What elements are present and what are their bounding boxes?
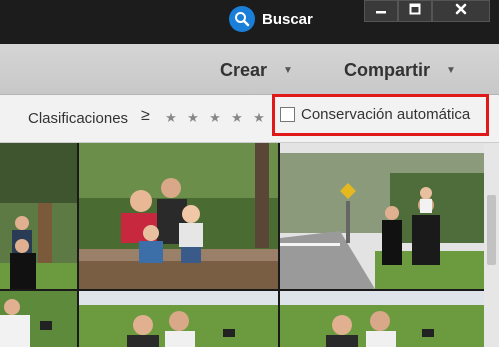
ratings-label: Clasificaciones [28,110,129,127]
share-menu[interactable]: Compartir ▼ [344,60,456,81]
minimize-button[interactable] [364,0,398,22]
star-icon[interactable]: ★ [204,110,226,126]
maximize-button[interactable] [398,0,432,22]
photo-thumbnail[interactable] [280,143,484,289]
title-bar: Buscar [0,0,499,44]
minimize-icon [375,2,387,20]
photo-thumbnail[interactable] [0,291,77,347]
star-icon[interactable]: ★ [248,110,270,126]
photo-image [280,291,484,347]
create-label: Crear [220,60,268,80]
share-label: Compartir [344,60,431,80]
photo-image [79,291,278,347]
search-label: Buscar [262,10,313,28]
star-icon[interactable]: ★ [226,110,248,126]
star-icon[interactable]: ★ [182,110,204,126]
photo-thumbnail[interactable] [79,291,278,347]
rating-stars: ★ ★ ★ ★ ★ [160,110,270,126]
autosave-checkbox[interactable] [280,107,295,122]
create-menu[interactable]: Crear ▼ [220,60,293,81]
scrollbar-thumb[interactable] [487,195,496,265]
photo-thumbnail[interactable] [79,143,278,289]
photo-image [79,143,278,289]
search-icon [229,6,255,32]
autosave-toggle[interactable]: Conservación automática [280,106,470,123]
action-toolbar: Crear ▼ Compartir ▼ [0,44,499,95]
chevron-down-icon: ▼ [283,65,293,76]
close-button[interactable] [432,0,490,22]
star-icon[interactable]: ★ [160,110,182,126]
photo-grid [0,143,499,347]
photo-image [280,143,484,289]
photo-image [0,291,77,347]
close-icon [455,2,467,20]
search-button[interactable]: Buscar [229,6,313,32]
ratings-operator: ≥ [141,107,150,124]
photo-thumbnail[interactable] [0,143,77,289]
vertical-scrollbar[interactable] [484,143,499,347]
autosave-label: Conservación automática [301,106,471,123]
maximize-icon [409,2,421,20]
chevron-down-icon: ▼ [446,65,456,76]
photo-thumbnail[interactable] [280,291,484,347]
photo-image [0,143,77,289]
